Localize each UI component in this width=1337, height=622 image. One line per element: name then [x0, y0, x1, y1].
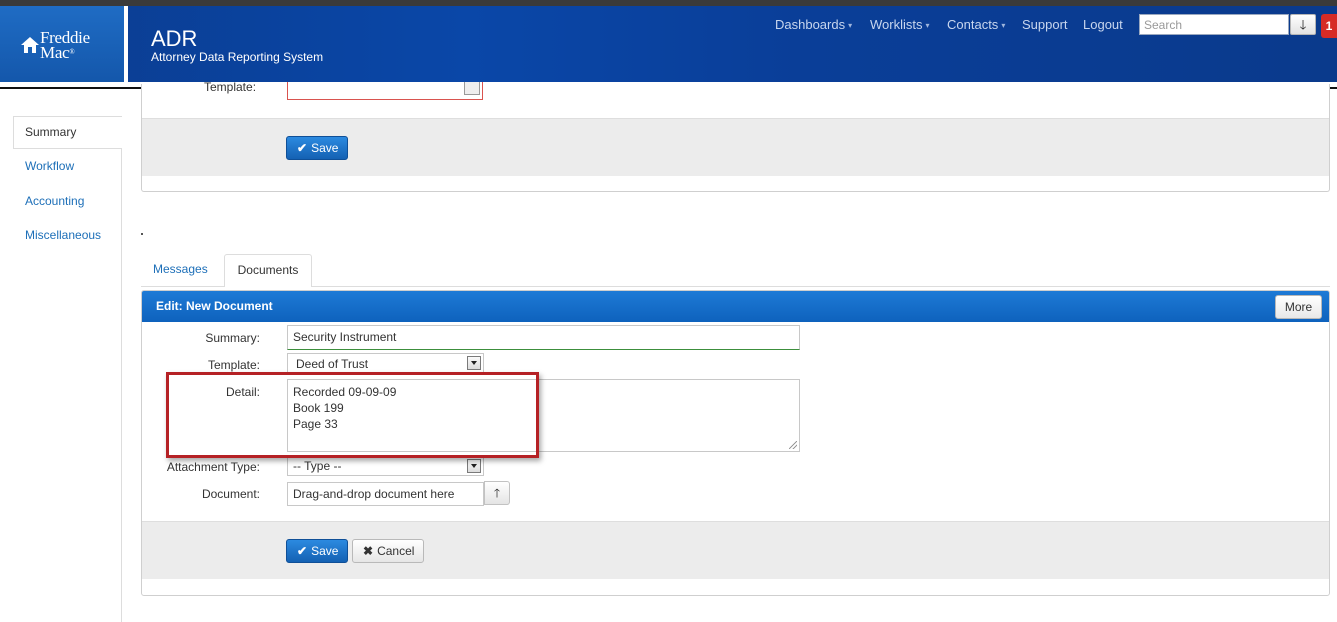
save-button[interactable]: ✔ Save [286, 136, 349, 160]
logo-wordmark: Freddie Mac® [40, 29, 90, 62]
app-header: Freddie Mac® ADR Attorney Data Reporting… [0, 6, 1337, 82]
freddie-mac-logo[interactable]: Freddie Mac® [0, 6, 124, 82]
search-dropdown-button[interactable]: 🡓 [1290, 14, 1316, 35]
summary-label: Summary: [205, 331, 260, 345]
chevron-down-icon [467, 459, 481, 473]
nav-support[interactable]: Support [1022, 17, 1068, 32]
save-label: Save [311, 544, 339, 558]
notification-badge[interactable]: 1 [1321, 14, 1337, 38]
cancel-label: Cancel [377, 544, 415, 558]
template-label-partial: Template: [204, 80, 257, 94]
template-select-partial[interactable] [287, 82, 483, 100]
summary-field[interactable]: Security Instrument [287, 325, 800, 350]
nav-worklists-label: Worklists [870, 17, 923, 32]
template-select[interactable]: Deed of Trust [287, 353, 484, 374]
resize-handle-icon[interactable] [789, 441, 797, 449]
cancel-button[interactable]: ✖ Cancel [352, 539, 425, 563]
app-title: ADR [151, 26, 198, 51]
save-button[interactable]: ✔ Save [286, 539, 349, 563]
chevron-down-icon [467, 356, 481, 370]
logo-line-2: Mac [40, 43, 70, 62]
nav-contacts-label: Contacts [947, 17, 999, 32]
stray-dot [141, 233, 143, 235]
nav-dashboards-label: Dashboards [775, 17, 846, 32]
chevron-down-icon: ▾ [848, 21, 853, 31]
sidebar-item-miscellaneous[interactable]: Miscellaneous [25, 228, 101, 242]
nav-logout[interactable]: Logout [1083, 17, 1123, 32]
upload-button[interactable]: 🡑 [484, 481, 510, 505]
attachment-type-value: -- Type -- [293, 459, 342, 473]
logo-divider [124, 6, 128, 82]
tab-messages[interactable]: Messages [153, 262, 208, 276]
chevron-down-icon: ▾ [1001, 21, 1006, 31]
save-label: Save [311, 141, 339, 155]
nav-support-label: Support [1022, 17, 1068, 32]
chevron-down-icon: ▾ [925, 21, 930, 31]
nav-worklists[interactable]: Worklists ▾ [870, 17, 930, 32]
attachment-type-label: Attachment Type: [166, 460, 260, 474]
sidebar-item-accounting[interactable]: Accounting [25, 194, 84, 208]
search-input[interactable] [1139, 14, 1289, 35]
nav-logout-label: Logout [1083, 17, 1123, 32]
attachment-type-select[interactable]: -- Type -- [287, 457, 484, 476]
check-icon: ✔ [297, 141, 308, 155]
chevron-down-icon [464, 82, 480, 95]
nav-dashboards[interactable]: Dashboards ▾ [775, 17, 852, 32]
house-icon [21, 37, 39, 53]
summary-edit-panel: Template: ✔ Save [141, 80, 1330, 192]
logo-registered-mark: ® [69, 48, 75, 56]
highlight-annotation-box [166, 372, 539, 458]
nav-contacts[interactable]: Contacts ▾ [947, 17, 1005, 32]
check-icon: ✔ [297, 544, 308, 558]
panel-header: Edit: New Document More [142, 291, 1329, 322]
tab-documents[interactable]: Documents [224, 254, 312, 287]
document-dropzone[interactable]: Drag-and-drop document here [287, 482, 484, 506]
close-icon: ✖ [363, 544, 374, 558]
app-subtitle: Attorney Data Reporting System [151, 50, 324, 64]
more-button[interactable]: More [1275, 295, 1322, 319]
panel-footer: ✔ Save ✖ Cancel [142, 521, 1329, 579]
arrow-down-icon: 🡓 [1299, 17, 1307, 32]
template-label: Template: [207, 358, 260, 372]
sidebar-item-summary[interactable]: Summary [25, 125, 76, 139]
tabs-baseline [141, 286, 1330, 287]
panel-title: Edit: New Document [156, 299, 273, 313]
sidebar-divider [121, 149, 122, 622]
arrow-up-icon: 🡑 [493, 486, 501, 500]
document-label: Document: [201, 487, 260, 501]
template-value: Deed of Trust [296, 357, 369, 371]
sidebar-item-workflow[interactable]: Workflow [25, 159, 74, 173]
panel-footer: ✔ Save [142, 118, 1329, 176]
